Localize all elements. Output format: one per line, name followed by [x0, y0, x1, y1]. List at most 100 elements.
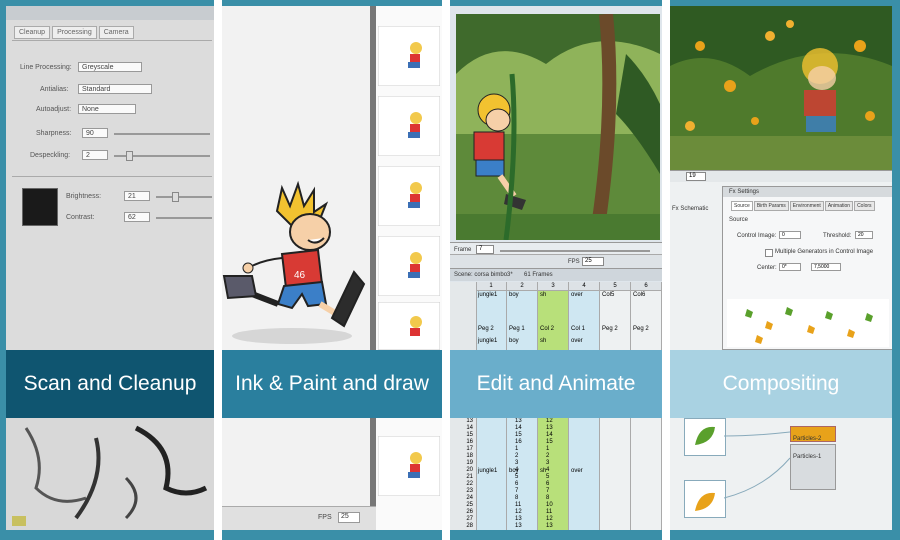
xsheet-cell[interactable]: 15 [546, 439, 553, 446]
xsheet-cell[interactable]: 7 [515, 488, 518, 495]
xsheet-cell[interactable]: 2 [515, 453, 518, 460]
despeckling-field[interactable]: 2 [82, 150, 108, 160]
character-drawing: 46 [222, 180, 366, 344]
tab-environment[interactable]: Environment [789, 201, 824, 211]
xsheet-cell[interactable]: 2 [546, 453, 549, 460]
column-name: sh [540, 292, 547, 298]
despeckling-label: Despeckling: [30, 152, 71, 159]
cell-level-label: boy [509, 338, 519, 344]
center-label: Center: [757, 265, 777, 271]
center-x-field[interactable]: 0* [779, 263, 801, 271]
xsheet-cell[interactable]: 12 [546, 516, 553, 523]
tab-animation[interactable]: Animation [824, 201, 854, 211]
leaf-node-2[interactable] [684, 480, 726, 518]
xsheet-cell[interactable]: 11 [546, 509, 552, 516]
frame-field[interactable]: 7 [476, 245, 494, 254]
tab-cleanup[interactable]: Cleanup [14, 26, 51, 39]
particles-node-label: Particles-2 [793, 436, 822, 442]
column-peg: Col 2 [540, 326, 555, 332]
xsheet-cell[interactable]: 6 [515, 481, 518, 488]
panel-scan-cleanup: Cleanup Processing Camera Line Processin… [6, 6, 214, 530]
frame-number: 22 [466, 481, 473, 487]
contrast-slider[interactable] [156, 217, 212, 219]
frame-number: 19 [466, 460, 473, 466]
tab-processing[interactable]: Processing [52, 26, 97, 39]
particles-preview [727, 299, 889, 347]
xsheet-cell[interactable]: 5 [515, 474, 518, 481]
frame-label: Frame [454, 247, 472, 253]
xsheet-cell[interactable]: 11 [515, 502, 521, 509]
frame-thumbnail[interactable] [378, 302, 440, 350]
xsheet-cell[interactable]: 10 [546, 502, 553, 509]
despeckling-slider-handle[interactable] [126, 151, 133, 161]
xsheet-cell[interactable]: 8 [515, 495, 518, 502]
xsheet-cell[interactable]: 13 [546, 425, 553, 432]
frame-number: 16 [466, 439, 473, 445]
frame-number: 24 [466, 495, 473, 501]
xsheet-cell[interactable]: 13 [546, 523, 553, 530]
tab-camera[interactable]: Camera [98, 26, 134, 39]
frame-thumbnail[interactable] [378, 96, 440, 156]
xsheet-cell[interactable]: 12 [515, 509, 522, 516]
xsheet-cell[interactable]: 15 [515, 432, 522, 439]
center-y-field[interactable]: 7,5000 [811, 263, 841, 271]
particles-node-ports[interactable]: Particles-1 [790, 444, 836, 490]
xsheet-cell[interactable]: 5 [546, 474, 549, 481]
xsheet-cell[interactable]: 13 [515, 516, 522, 523]
xsheet-cell[interactable]: 13 [515, 418, 522, 425]
control-image-field[interactable]: 0 [779, 231, 801, 239]
frame-field[interactable]: 19 [686, 172, 706, 181]
scene-title: Scene: corsa bimbo3* [454, 272, 513, 278]
fps-field[interactable]: 25 [582, 257, 604, 266]
line-processing-select[interactable]: Greyscale [78, 62, 142, 72]
xsheet-cell[interactable]: 4 [546, 467, 549, 474]
brightness-field[interactable]: 21 [124, 191, 150, 201]
xsheet-cell[interactable]: 6 [546, 481, 549, 488]
banner-edit-animate: Edit and Animate [450, 350, 662, 418]
xsheet-cell[interactable]: 14 [546, 432, 553, 439]
xsheet-cell[interactable]: 13 [515, 523, 522, 530]
svg-text:46: 46 [294, 270, 306, 281]
frame-thumbnail[interactable] [378, 436, 440, 496]
tab-colors[interactable]: Colors [854, 201, 875, 211]
autoadjust-select[interactable]: None [78, 104, 136, 114]
fps-field[interactable]: 25 [338, 512, 360, 523]
frame-thumbnail[interactable] [378, 236, 440, 296]
fx-settings-window: Fx Settings Source Birth Params Environm… [722, 186, 892, 350]
tab-source[interactable]: Source [731, 201, 753, 211]
sharpness-field[interactable]: 90 [82, 128, 108, 138]
contrast-field[interactable]: 62 [124, 212, 150, 222]
banner-ink-paint: Ink & Paint and draw [222, 350, 442, 418]
xsheet-cell[interactable]: 7 [546, 488, 549, 495]
frame-slider[interactable] [500, 250, 650, 252]
xsheet-cell[interactable]: 1 [515, 446, 518, 453]
frames-count: 61 Frames [524, 272, 553, 278]
xsheet-cell[interactable]: 3 [546, 460, 549, 467]
particles-node[interactable]: Particles-2 [790, 426, 836, 442]
xsheet-cell[interactable]: 14 [515, 425, 522, 432]
frame-number: 13 [466, 418, 473, 424]
tab-birth-params[interactable]: Birth Params [753, 201, 789, 211]
leaf-node[interactable] [684, 418, 726, 456]
brightness-slider[interactable] [156, 196, 212, 198]
fx-settings-titlebar: Fx Settings [723, 187, 892, 197]
antialias-select[interactable]: Standard [78, 84, 152, 94]
brightness-slider-handle[interactable] [172, 192, 179, 202]
frame-thumbnail[interactable] [378, 26, 440, 86]
cell-level-label: over [571, 338, 583, 344]
window-titlebar [6, 6, 214, 20]
multiple-generators-checkbox[interactable] [765, 249, 773, 257]
xsheet-cell[interactable]: 16 [515, 439, 522, 446]
sharpness-label: Sharpness: [36, 130, 72, 137]
xsheet-cell[interactable]: 12 [546, 418, 553, 425]
xsheet-cell[interactable]: 3 [515, 460, 518, 467]
control-image-label: Control Image: [737, 233, 777, 239]
xsheet-cell[interactable]: 4 [515, 467, 518, 474]
xsheet-cell[interactable]: 1 [546, 446, 549, 453]
threshold-field[interactable]: 20 [855, 231, 873, 239]
panel-ink-paint: 46 FPS 25 Ink & Paint and draw [222, 6, 442, 530]
sharpness-slider[interactable] [114, 133, 210, 135]
xsheet-cell[interactable]: 8 [546, 495, 549, 502]
frame-thumbnail[interactable] [378, 166, 440, 226]
column-number: 3 [538, 282, 568, 291]
